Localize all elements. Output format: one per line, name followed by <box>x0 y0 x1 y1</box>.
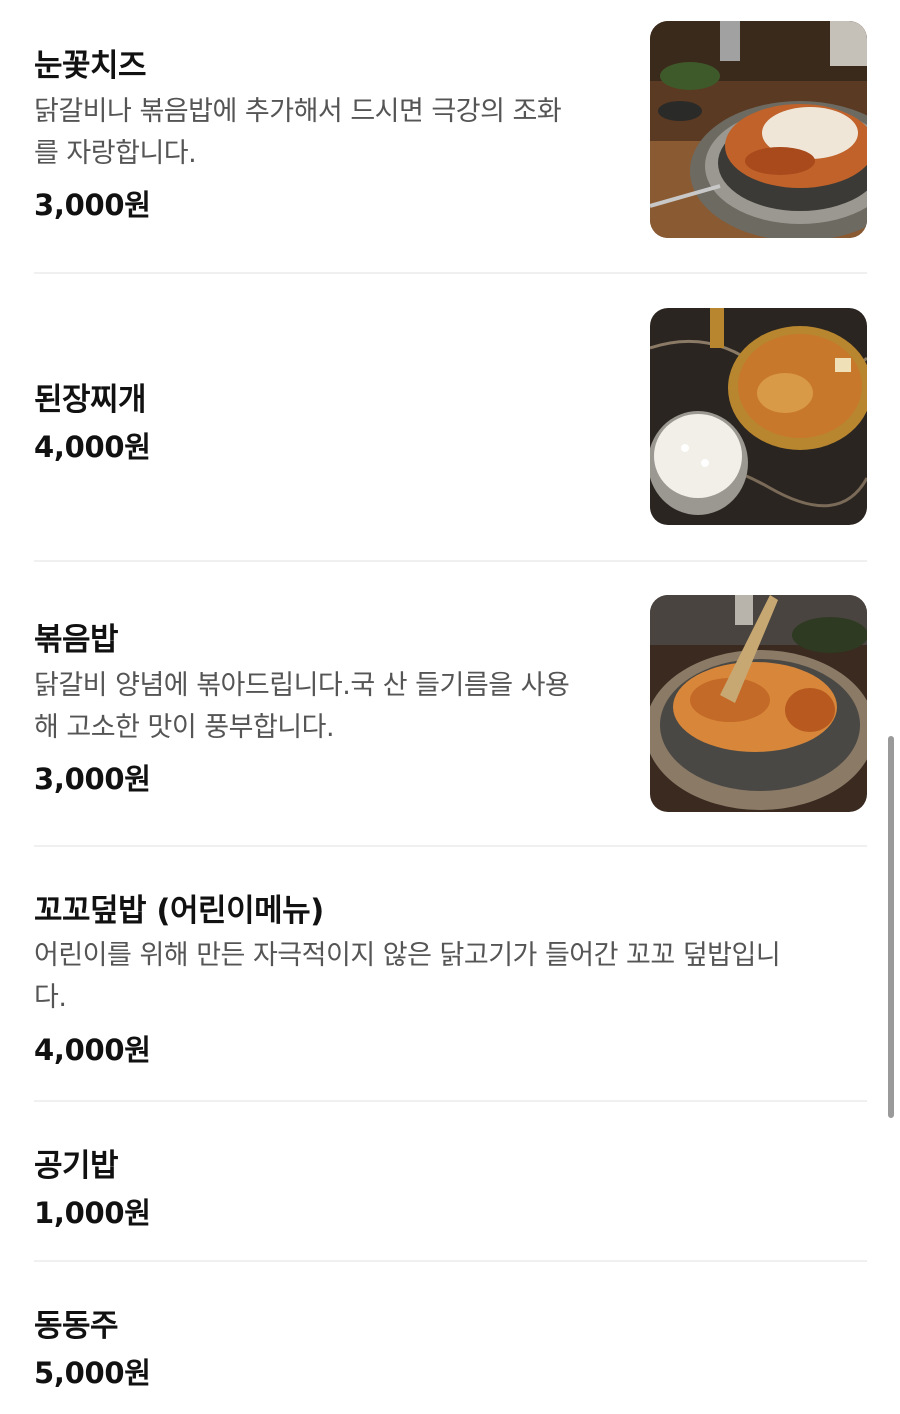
menu-item-snow-cheese[interactable]: 눈꽃치즈 닭갈비나 볶음밥에 추가해서 드시면 극강의 조화 를 자랑합니다. … <box>0 0 900 274</box>
desc-line: 다. <box>34 982 67 1013</box>
doenjang-stew-photo[interactable] <box>650 308 867 525</box>
scrollbar[interactable] <box>888 736 894 1118</box>
desc-line: 어린이를 위해 만든 자극적이지 않은 닭고기가 들어간 꼬꼬 덮밥입니 <box>34 940 781 971</box>
menu-item-price: 4,000원 <box>34 430 151 464</box>
menu-item-bowl-rice[interactable]: 공기밥 1,000원 <box>0 1102 900 1262</box>
menu-item-price: 1,000원 <box>34 1196 151 1230</box>
desc-line: 닭갈비나 볶음밥에 추가해서 드시면 극강의 조화 <box>34 96 562 127</box>
menu-item-price: 3,000원 <box>34 762 151 796</box>
snow-cheese-dish-photo[interactable] <box>650 21 867 238</box>
menu-item-price: 5,000원 <box>34 1356 151 1390</box>
menu-item-fried-rice[interactable]: 볶음밥 닭갈비 양념에 볶아드립니다.국 산 들기름을 사용 해 고소한 맛이 … <box>0 562 900 847</box>
menu-item-kids-chicken-rice[interactable]: 꼬꼬덮밥 (어린이메뉴) 어린이를 위해 만든 자극적이지 않은 닭고기가 들어… <box>0 847 900 1102</box>
menu-item-desc: 닭갈비나 볶음밥에 추가해서 드시면 극강의 조화 를 자랑합니다. <box>34 91 562 175</box>
menu-item-dongdongju[interactable]: 동동주 5,000원 <box>0 1262 900 1414</box>
desc-line: 닭갈비 양념에 볶아드립니다.국 산 들기름을 사용 <box>34 670 570 701</box>
menu-item-name: 동동주 <box>34 1308 119 1344</box>
menu-item-name: 눈꽃치즈 <box>34 48 147 84</box>
menu-list: 눈꽃치즈 닭갈비나 볶음밥에 추가해서 드시면 극강의 조화 를 자랑합니다. … <box>0 0 900 1414</box>
menu-item-name: 된장찌개 <box>34 382 147 418</box>
fried-rice-photo[interactable] <box>650 595 867 812</box>
menu-item-desc: 어린이를 위해 만든 자극적이지 않은 닭고기가 들어간 꼬꼬 덮밥입니 다. <box>34 935 781 1019</box>
menu-item-name: 공기밥 <box>34 1148 119 1184</box>
menu-item-name: 꼬꼬덮밥 (어린이메뉴) <box>34 893 324 929</box>
menu-item-price: 4,000원 <box>34 1033 151 1067</box>
menu-item-name: 볶음밥 <box>34 622 119 658</box>
menu-item-price: 3,000원 <box>34 188 151 222</box>
desc-line: 해 고소한 맛이 풍부합니다. <box>34 712 335 743</box>
menu-item-desc: 닭갈비 양념에 볶아드립니다.국 산 들기름을 사용 해 고소한 맛이 풍부합니… <box>34 665 570 749</box>
menu-item-doenjang-stew[interactable]: 된장찌개 4,000원 <box>0 274 900 562</box>
desc-line: 를 자랑합니다. <box>34 138 197 169</box>
